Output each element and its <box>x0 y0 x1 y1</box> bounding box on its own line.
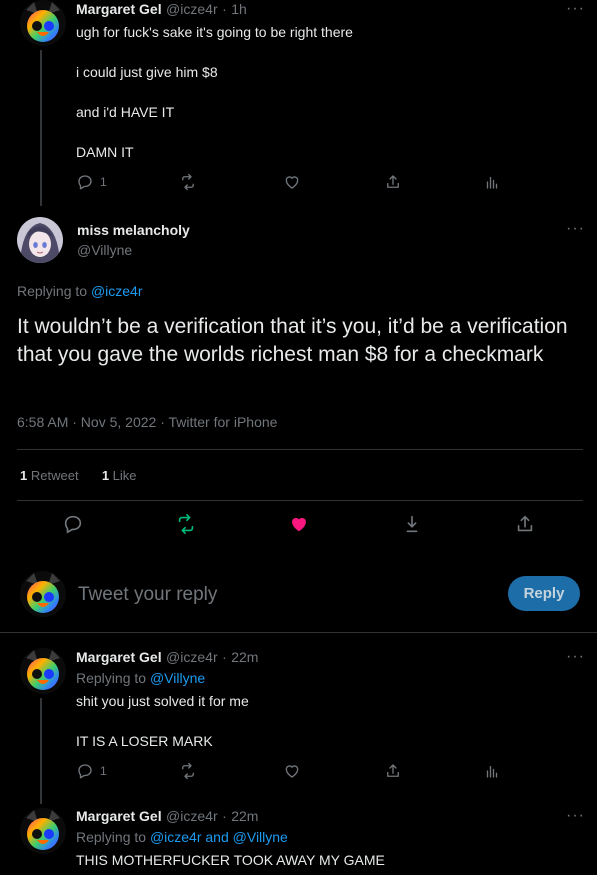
tweet-line: IT IS A LOSER MARK <box>76 733 213 749</box>
bookmark-button[interactable] <box>401 513 423 540</box>
avatar[interactable] <box>20 0 66 46</box>
reply-button[interactable] <box>62 513 84 540</box>
share-icon <box>384 173 402 191</box>
divider <box>17 449 583 450</box>
tweet-time[interactable]: 22m <box>231 649 258 665</box>
reply-input[interactable]: Tweet your reply <box>78 584 217 606</box>
analytics-button[interactable] <box>483 762 501 780</box>
replying-and: and <box>205 829 229 845</box>
author-handle[interactable]: @Villyne <box>77 242 132 258</box>
replying-to: Replying to @icze4r <box>17 283 143 299</box>
divider <box>17 500 583 501</box>
tweet-text: THIS MOTHERFUCKER TOOK AWAY MY GAME <box>76 852 385 868</box>
more-icon[interactable]: ··· <box>566 220 585 238</box>
like-button[interactable] <box>288 513 310 540</box>
replying-to-link[interactable]: @icze4r <box>150 829 202 845</box>
tweet-time[interactable]: 22m <box>231 808 258 824</box>
like-label: Like <box>112 468 137 483</box>
engagement-stats: 1 Retweet 1 Like <box>20 468 137 483</box>
avatar[interactable] <box>17 217 63 263</box>
reply-button[interactable]: 1 <box>76 173 107 191</box>
more-icon[interactable]: ··· <box>566 648 585 666</box>
divider <box>0 632 597 633</box>
bookmark-icon <box>401 513 423 535</box>
like-stat[interactable]: 1 Like <box>102 468 137 483</box>
replying-prefix: Replying to <box>76 670 147 686</box>
retweet-button[interactable] <box>179 762 197 780</box>
like-count: 1 <box>101 468 110 483</box>
avatar <box>20 571 66 617</box>
replying-to-link[interactable]: @icze4r <box>91 283 143 299</box>
retweet-icon <box>175 513 197 535</box>
like-button[interactable] <box>283 173 301 191</box>
reply-count: 1 <box>100 764 107 778</box>
author-handle[interactable]: @icze4r <box>166 1 218 17</box>
tweet-timestamp[interactable]: 6:58 AM · Nov 5, 2022 · Twitter for iPho… <box>17 414 277 430</box>
thread-line <box>40 50 42 206</box>
reply-button[interactable]: 1 <box>76 762 107 780</box>
avatar[interactable] <box>20 808 66 854</box>
tweet-header: Margaret Gel @icze4r · 22m <box>76 649 259 665</box>
retweet-count: 1 <box>20 468 28 483</box>
replying-to-link[interactable]: @Villyne <box>150 670 205 686</box>
replying-to-link[interactable]: @Villyne <box>233 829 288 845</box>
tweet-line: DAMN IT <box>76 144 134 160</box>
replying-prefix: Replying to <box>17 283 88 299</box>
author-name[interactable]: Margaret Gel <box>76 1 162 17</box>
share-icon <box>384 762 402 780</box>
tweet-text: It wouldn’t be a verification that it’s … <box>17 315 568 366</box>
analytics-icon <box>483 762 501 780</box>
tweet-line: shit you just solved it for me <box>76 693 249 709</box>
retweet-label: Retweet <box>30 468 79 483</box>
retweet-icon <box>179 762 197 780</box>
retweet-button[interactable] <box>179 173 197 191</box>
avatar-image <box>17 217 63 263</box>
author-name[interactable]: Margaret Gel <box>76 808 162 824</box>
author-handle[interactable]: @icze4r <box>166 649 218 665</box>
reply-count: 1 <box>100 175 107 189</box>
retweet-icon <box>179 173 197 191</box>
thread-line <box>40 698 42 804</box>
share-button[interactable] <box>384 762 402 780</box>
author-name[interactable]: Margaret Gel <box>76 649 162 665</box>
more-icon[interactable]: ··· <box>566 0 585 18</box>
reply-icon <box>76 173 94 191</box>
tweet-header: Margaret Gel @icze4r · 22m <box>76 808 259 824</box>
avatar-image <box>20 0 66 46</box>
share-button[interactable] <box>384 173 402 191</box>
tweet-line: ugh for fuck's sake it's going to be rig… <box>76 24 353 40</box>
avatar-image <box>20 648 66 694</box>
replying-to: Replying to @Villyne <box>76 670 205 686</box>
author-handle[interactable]: @icze4r <box>166 808 218 824</box>
tweet-line: and i'd HAVE IT <box>76 104 175 120</box>
avatar[interactable] <box>20 648 66 694</box>
like-button[interactable] <box>283 762 301 780</box>
like-icon <box>283 173 301 191</box>
analytics-icon <box>483 173 501 191</box>
like-icon <box>288 513 310 535</box>
share-button[interactable] <box>514 513 536 540</box>
avatar-image <box>20 808 66 854</box>
more-icon[interactable]: ··· <box>566 807 585 825</box>
author-name[interactable]: miss melancholy <box>77 222 190 238</box>
retweet-button[interactable] <box>175 513 197 540</box>
analytics-button[interactable] <box>483 173 501 191</box>
reply-icon <box>62 513 84 535</box>
like-icon <box>283 762 301 780</box>
replying-to: Replying to @icze4r and @Villyne <box>76 829 288 845</box>
tweet-header: Margaret Gel @icze4r · 1h <box>76 1 247 17</box>
tweet-time[interactable]: 1h <box>231 1 247 17</box>
reply-icon <box>76 762 94 780</box>
retweet-stat[interactable]: 1 Retweet <box>20 468 82 483</box>
tweet-line: i could just give him $8 <box>76 64 218 80</box>
replying-prefix: Replying to <box>76 829 147 845</box>
reply-submit-button[interactable]: Reply <box>508 576 580 611</box>
avatar-image <box>20 571 66 617</box>
share-icon <box>514 513 536 535</box>
